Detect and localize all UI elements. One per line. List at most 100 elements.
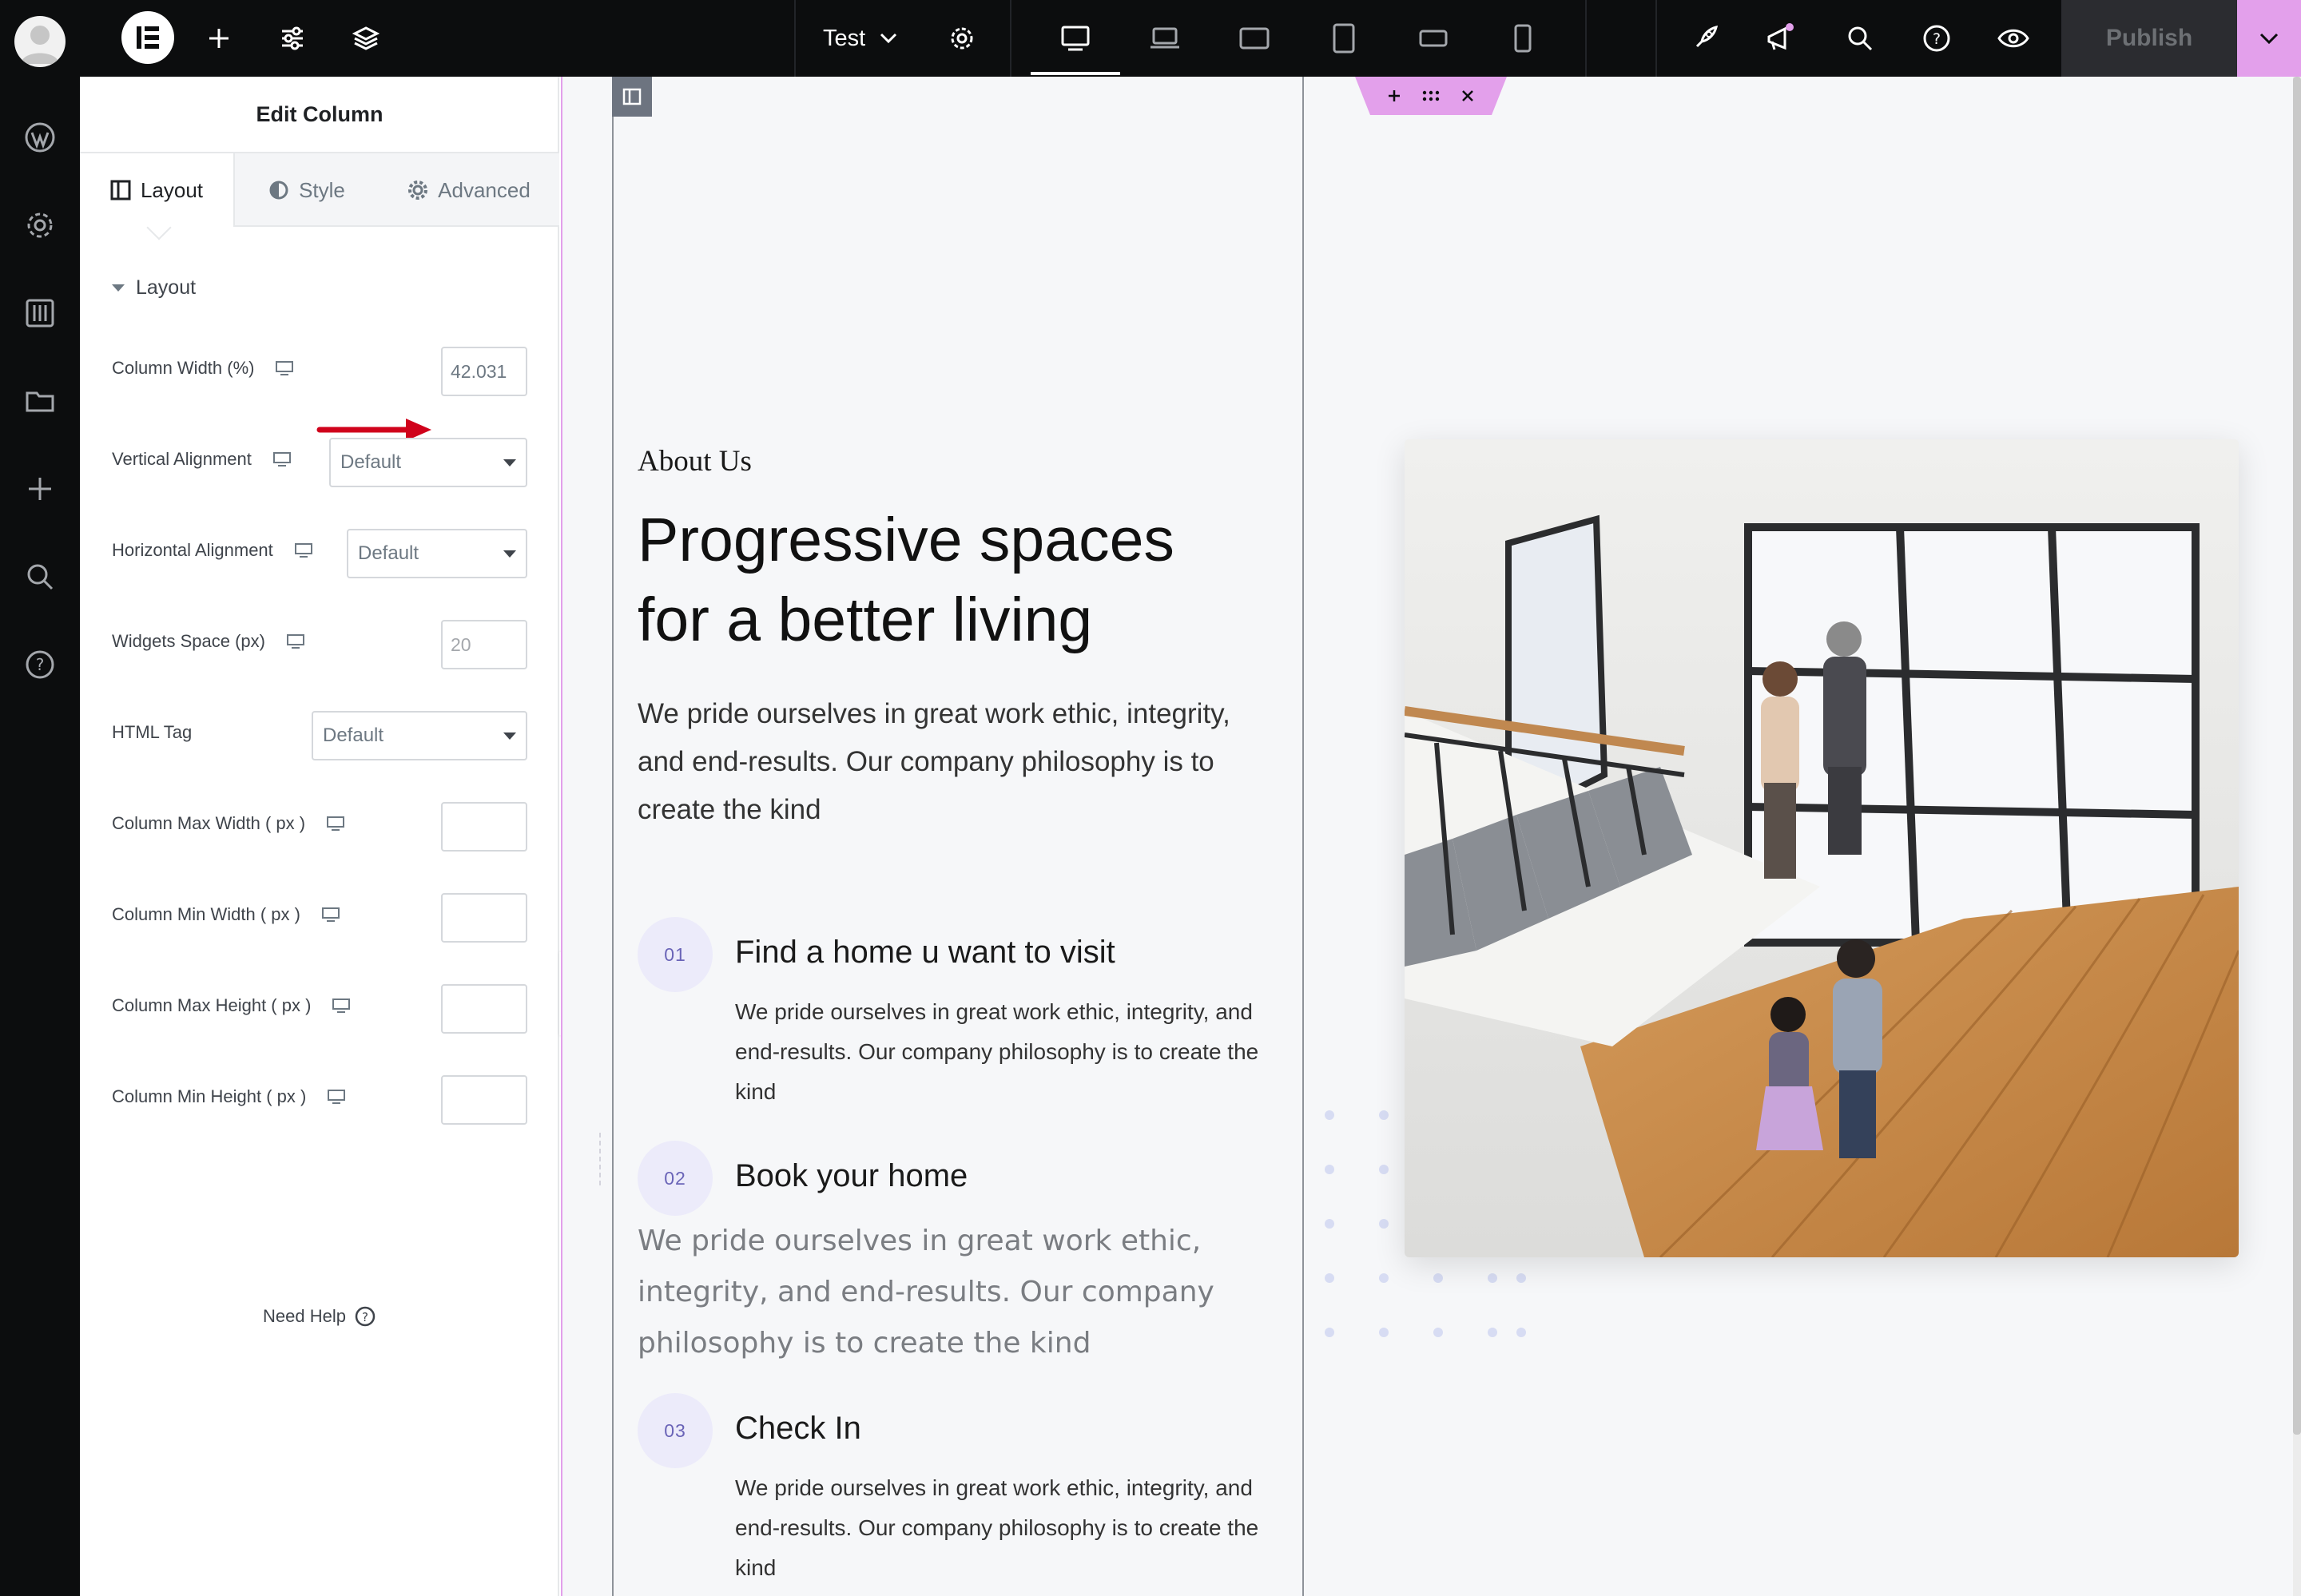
page-title-dropdown[interactable]: Test	[823, 16, 897, 61]
control-label: Vertical Alignment	[112, 449, 252, 469]
desktop-responsive-icon[interactable]	[272, 451, 292, 467]
wordpress-icon[interactable]	[18, 115, 62, 160]
caret-down-icon	[503, 732, 516, 740]
headline: Progressive spaces for a better living	[638, 500, 1277, 660]
mobile-landscape-icon[interactable]	[1411, 16, 1456, 61]
page-settings-icon[interactable]	[940, 16, 984, 61]
edit-panel: Edit Column Layout Style Advanced Layout…	[80, 77, 559, 1596]
help-icon[interactable]: ?	[18, 642, 62, 687]
widgets-space-input[interactable]: 20	[441, 620, 527, 669]
editor-canvas: About Us Progressive spaces for a better…	[561, 77, 2301, 1596]
step-number-badge: 02	[638, 1141, 713, 1216]
add-icon[interactable]	[197, 16, 241, 61]
headline-line: Progressive spaces	[638, 506, 1174, 574]
toolbar-divider	[1655, 0, 1657, 77]
tablet-landscape-icon[interactable]	[1232, 16, 1277, 61]
gear-icon	[408, 181, 428, 200]
settings-icon[interactable]	[18, 203, 62, 248]
drag-handle-icon[interactable]	[1421, 89, 1441, 102]
user-avatar[interactable]	[14, 16, 66, 67]
need-help-link[interactable]: Need Help ?	[80, 1305, 559, 1328]
structure-icon[interactable]	[344, 16, 388, 61]
tab-advanced[interactable]: Advanced	[379, 153, 559, 227]
section-handle[interactable]	[1355, 77, 1507, 115]
chevron-down-icon	[2259, 33, 2279, 45]
svg-text:?: ?	[36, 655, 45, 674]
step-title: Check In	[735, 1411, 861, 1446]
canvas-scrollbar[interactable]	[2293, 77, 2301, 1596]
search-icon[interactable]	[18, 554, 62, 599]
scrollbar-thumb[interactable]	[2293, 77, 2301, 1435]
select-value: Default	[323, 725, 384, 746]
intro-text: We pride ourselves in great work ethic, …	[638, 698, 1230, 825]
whats-new-icon[interactable]	[1758, 16, 1802, 61]
about-image[interactable]	[1405, 439, 2239, 1257]
desktop-responsive-icon[interactable]	[286, 633, 305, 649]
horizontal-alignment-label: Horizontal Alignment	[112, 540, 313, 561]
layout-section-toggle[interactable]: Layout	[112, 276, 196, 300]
column-icon	[622, 88, 642, 105]
column-width-input[interactable]: 42.031	[441, 347, 527, 396]
preview-icon[interactable]	[1991, 16, 2036, 61]
edit-column-handle[interactable]	[612, 77, 652, 117]
column-min-width-input[interactable]	[441, 893, 527, 943]
desktop-responsive-icon[interactable]	[326, 816, 345, 832]
desktop-responsive-icon[interactable]	[294, 542, 313, 558]
horizontal-alignment-select[interactable]: Default	[347, 529, 527, 578]
column-min-height-input[interactable]	[441, 1075, 527, 1125]
finder-icon[interactable]	[1838, 16, 1882, 61]
tab-layout[interactable]: Layout	[80, 153, 235, 227]
plus-icon[interactable]	[18, 466, 62, 511]
control-label: Column Width (%)	[112, 358, 255, 378]
control-label: HTML Tag	[112, 722, 193, 742]
control-label: Column Max Height ( px )	[112, 995, 312, 1015]
publish-button[interactable]: Publish	[2061, 0, 2237, 77]
desktop-responsive-icon[interactable]	[327, 1089, 346, 1105]
step-title: Find a home u want to visit	[735, 935, 1115, 970]
publish-options-button[interactable]	[2237, 0, 2301, 77]
column-max-height-input[interactable]	[441, 984, 527, 1034]
tab-label: Advanced	[438, 177, 531, 202]
mobile-portrait-icon[interactable]	[1500, 16, 1545, 61]
left-rail: ?	[0, 0, 80, 1596]
svg-text:?: ?	[1933, 30, 1941, 48]
vertical-alignment-label: Vertical Alignment	[112, 449, 292, 470]
html-tag-select[interactable]: Default	[312, 711, 527, 760]
control-label: Widgets Space (px)	[112, 631, 265, 651]
add-section-icon[interactable]	[1386, 88, 1402, 104]
headline-line: for a better living	[638, 586, 1093, 654]
step-description: We pride ourselves in great work ethic, …	[735, 1475, 1259, 1580]
elementor-logo-icon[interactable]	[121, 11, 174, 64]
laptop-icon[interactable]	[1143, 16, 1187, 61]
step-description: We pride ourselves in great work ethic, …	[638, 1225, 1214, 1360]
control-label: Horizontal Alignment	[112, 540, 273, 560]
vertical-alignment-select[interactable]: Default	[329, 438, 527, 487]
desktop-responsive-icon[interactable]	[275, 360, 294, 376]
close-icon[interactable]	[1460, 88, 1476, 104]
select-value: Default	[340, 451, 402, 473]
site-settings-icon[interactable]	[270, 16, 315, 61]
desktop-responsive-icon[interactable]	[321, 907, 340, 923]
tab-style[interactable]: Style	[235, 153, 379, 227]
page-title: Test	[823, 25, 866, 51]
desktop-responsive-icon[interactable]	[332, 998, 351, 1014]
active-device-indicator	[1031, 72, 1120, 75]
tablet-portrait-icon[interactable]	[1321, 16, 1366, 61]
caret-down-icon	[503, 550, 516, 558]
launch-icon[interactable]	[1683, 16, 1727, 61]
desktop-icon[interactable]	[1053, 16, 1098, 61]
html-tag-label: HTML Tag	[112, 722, 192, 743]
style-icon	[269, 181, 288, 200]
tab-label: Layout	[140, 177, 204, 202]
chevron-down-icon	[880, 33, 897, 44]
control-label: Column Min Width ( px )	[112, 904, 300, 924]
folder-icon[interactable]	[18, 379, 62, 423]
help-icon[interactable]: ?	[1914, 16, 1959, 61]
control-label: Column Min Height ( px )	[112, 1086, 307, 1106]
step-description: We pride ourselves in great work ethic, …	[735, 999, 1259, 1104]
column-width-label: Column Width (%)	[112, 358, 294, 379]
sliders-icon[interactable]	[18, 291, 62, 335]
panel-title: Edit Column	[80, 77, 559, 153]
column-max-width-input[interactable]	[441, 802, 527, 852]
column-min-height-label: Column Min Height ( px )	[112, 1086, 346, 1107]
